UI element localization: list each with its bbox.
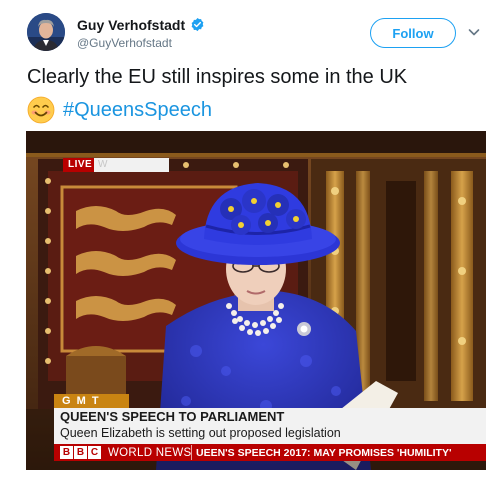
bbc-logo: B B C <box>60 446 101 459</box>
ticker-text: UEEN'S SPEECH 2017: MAY PROMISES 'HUMILI… <box>196 447 452 459</box>
gmt-label: G M T <box>54 394 129 408</box>
tweet-text-line: Clearly the EU still inspires some in th… <box>27 66 408 88</box>
tweet-text: Clearly the EU still inspires some in th… <box>27 62 487 125</box>
channel-name: WORLD NEWS <box>108 447 192 459</box>
tweet-photo[interactable]: LIVE W G M T QUEEN'S SPEECH TO PARLIAMEN… <box>26 131 486 470</box>
author-handle[interactable]: @GuyVerhofstadt <box>77 36 172 50</box>
bbc-logo-letter: B <box>74 446 87 459</box>
bbc-logo-letter: C <box>88 446 101 459</box>
smiling-face-emoji-icon <box>27 96 55 124</box>
verified-badge-icon <box>191 17 204 32</box>
follow-button[interactable]: Follow <box>370 18 456 48</box>
live-location-strip: W <box>94 158 169 172</box>
tweet-card: Guy Verhofstadt @GuyVerhofstadt Follow C… <box>0 0 500 479</box>
ticker-divider <box>191 445 192 460</box>
bbc-logo-letter: B <box>60 446 73 459</box>
news-subheadline: Queen Elizabeth is setting out proposed … <box>60 426 341 440</box>
author-name[interactable]: Guy Verhofstadt <box>77 17 185 33</box>
news-headline: QUEEN'S SPEECH TO PARLIAMENT <box>60 409 285 424</box>
hashtag-link[interactable]: #QueensSpeech <box>63 95 212 125</box>
chevron-down-icon[interactable] <box>468 26 480 38</box>
author-avatar[interactable] <box>27 13 65 51</box>
live-indicator: LIVE <box>63 158 98 172</box>
